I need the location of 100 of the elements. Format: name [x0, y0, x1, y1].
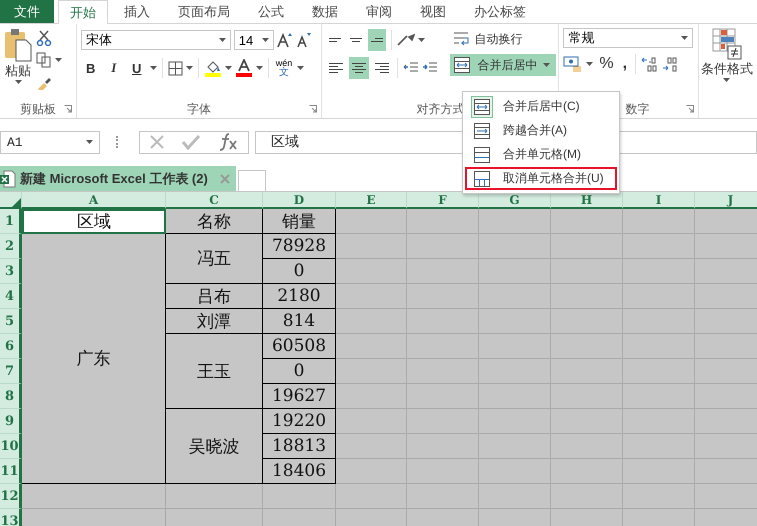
- align-button[interactable]: [349, 57, 370, 79]
- ribbon-tab[interactable]: 页面布局: [166, 0, 242, 23]
- row-header[interactable]: 11: [0, 459, 22, 484]
- sheet-cell: [407, 234, 479, 259]
- ribbon-tab[interactable]: 办公标签: [462, 0, 538, 23]
- sheet-cell: [623, 309, 695, 334]
- scissors-icon[interactable]: [36, 30, 52, 46]
- row-header[interactable]: 2: [0, 234, 22, 259]
- sheet-cell: [695, 434, 757, 459]
- font-name-field[interactable]: 宋体: [80, 30, 231, 50]
- sheet-cell: [336, 259, 407, 284]
- percent-button[interactable]: %: [596, 53, 617, 75]
- dialog-launcher-icon[interactable]: [309, 105, 318, 113]
- borders-icon[interactable]: [168, 60, 183, 76]
- bold-button[interactable]: B: [80, 57, 101, 79]
- sheet-cell: [551, 284, 623, 309]
- caret-icon: [681, 36, 688, 40]
- increase-decimal-icon[interactable]: [641, 56, 660, 72]
- ribbon-tab[interactable]: 开始: [58, 0, 108, 24]
- row-header[interactable]: 5: [0, 309, 22, 334]
- ribbon-tab[interactable]: 公式: [246, 0, 296, 23]
- column-header[interactable]: I: [623, 192, 695, 209]
- sheet-cell: [695, 209, 757, 234]
- font-color-icon[interactable]: [234, 59, 253, 77]
- column-header[interactable]: A: [22, 192, 166, 209]
- number-format-field[interactable]: 常规: [563, 28, 694, 48]
- column-header[interactable]: D: [263, 192, 336, 209]
- table-cell: 0: [263, 259, 336, 284]
- row-header[interactable]: 3: [0, 259, 22, 284]
- menu-item[interactable]: 取消单元格合并(U): [465, 167, 617, 190]
- caret-icon: [297, 66, 304, 70]
- header-cell: 名称: [166, 209, 263, 234]
- name-box[interactable]: A1: [0, 130, 100, 154]
- sheet-cell: [336, 334, 407, 359]
- text-orientation-icon[interactable]: [397, 33, 416, 47]
- sheet-cell: [551, 434, 623, 459]
- shrink-font-icon[interactable]: [296, 32, 312, 48]
- dialog-launcher-icon[interactable]: [686, 105, 694, 113]
- conditional-format-button[interactable]: 条件格式: [700, 28, 753, 82]
- copy-icon[interactable]: [36, 52, 52, 68]
- row-header[interactable]: 8: [0, 384, 22, 409]
- function-icon[interactable]: [217, 133, 240, 151]
- ribbon-tab[interactable]: 审阅: [354, 0, 404, 23]
- sheet-cell: [336, 434, 407, 459]
- font-size-field[interactable]: 14: [234, 30, 274, 50]
- row-header[interactable]: 1: [0, 209, 22, 234]
- italic-button[interactable]: I: [104, 57, 124, 79]
- paste-button[interactable]: 粘贴: [4, 28, 32, 100]
- ribbon-tab[interactable]: 数据: [300, 0, 350, 23]
- currency-icon[interactable]: [563, 56, 584, 72]
- column-header[interactable]: C: [166, 192, 263, 209]
- row-header[interactable]: 7: [0, 359, 22, 384]
- phonetic-button[interactable]: wén 文: [274, 59, 294, 77]
- document-tab[interactable]: 新建 Microsoft Excel 工作表 (2): [0, 166, 236, 191]
- row-header[interactable]: 4: [0, 284, 22, 309]
- sheet-cell: [407, 334, 479, 359]
- row-header[interactable]: 13: [0, 509, 22, 526]
- sheet-cell: [695, 484, 757, 509]
- sheet-cell: [695, 234, 757, 259]
- column-header[interactable]: E: [336, 192, 407, 209]
- comma-button[interactable]: ,: [620, 53, 630, 75]
- merge-center-button[interactable]: 合并后居中: [450, 54, 556, 76]
- column-header[interactable]: J: [695, 192, 757, 209]
- grow-font-icon[interactable]: [276, 32, 293, 48]
- header-cell: 销量: [263, 209, 336, 234]
- ribbon-tab[interactable]: 插入: [112, 0, 162, 23]
- file-tab[interactable]: 文件: [0, 0, 54, 23]
- sheet-cell: [479, 409, 551, 434]
- align-button[interactable]: [368, 29, 386, 51]
- caret-icon: [86, 140, 93, 144]
- align-icon: [371, 38, 384, 42]
- row-header[interactable]: 9: [0, 409, 22, 434]
- sheet-cell: [336, 309, 407, 334]
- sheet-cell: [479, 359, 551, 384]
- row-header[interactable]: 12: [0, 484, 22, 509]
- sheet-cell: [479, 434, 551, 459]
- underline-button[interactable]: U: [126, 57, 147, 79]
- fill-color-icon[interactable]: [204, 59, 222, 77]
- sheet-cell: [407, 259, 479, 284]
- wrap-text-button[interactable]: 自动换行: [450, 28, 556, 50]
- sheet-cell: [695, 309, 757, 334]
- ribbon-tab[interactable]: 视图: [408, 0, 458, 23]
- unmerge-icon: [473, 170, 491, 188]
- select-all-icon[interactable]: [12, 198, 21, 207]
- column-header[interactable]: F: [407, 192, 479, 209]
- sheet-cell: [551, 359, 623, 384]
- table-cell: 2180: [263, 284, 336, 309]
- caret-icon: [14, 80, 22, 84]
- sheet-cell: [551, 484, 623, 509]
- sheet-cell: [623, 459, 695, 484]
- align-icon: [352, 63, 366, 73]
- caret-icon: [218, 38, 226, 42]
- check-icon[interactable]: [182, 134, 200, 150]
- row-header[interactable]: 6: [0, 334, 22, 359]
- menu-item[interactable]: 合并后居中(C): [465, 95, 617, 118]
- align-icon: [375, 63, 390, 73]
- row-header[interactable]: 10: [0, 434, 22, 459]
- sheet-cell: [623, 334, 695, 359]
- table-cell: 814: [263, 309, 336, 334]
- dialog-launcher-icon[interactable]: [64, 105, 72, 113]
